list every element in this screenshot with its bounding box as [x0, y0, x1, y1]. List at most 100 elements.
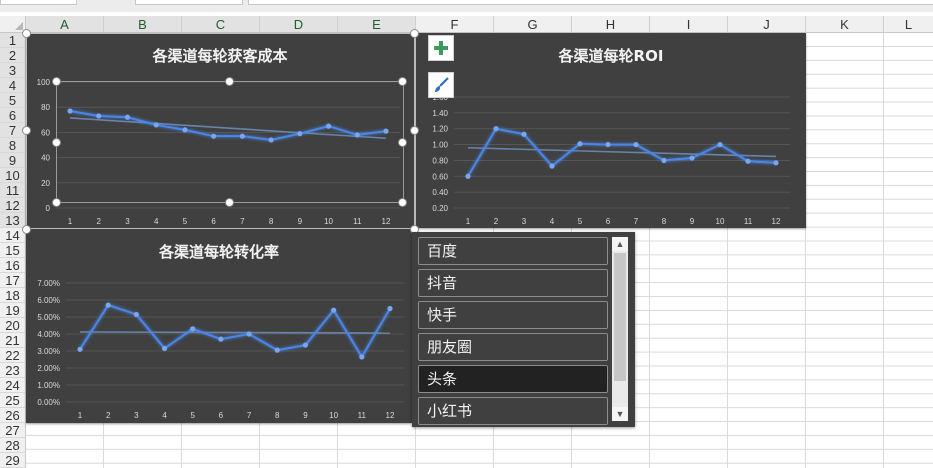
slicer-item[interactable]: 快手: [418, 301, 608, 329]
data-point[interactable]: [133, 311, 139, 318]
column-header[interactable]: J: [728, 16, 806, 33]
name-box[interactable]: [0, 0, 77, 5]
scroll-thumb[interactable]: [614, 253, 626, 381]
data-point[interactable]: [96, 113, 102, 119]
channel-slicer[interactable]: 百度抖音快手朋友圈头条小红书 ▲ ▼: [412, 232, 635, 427]
data-point[interactable]: [717, 141, 723, 148]
function-buttons[interactable]: [135, 0, 243, 5]
data-point[interactable]: [465, 173, 471, 179]
data-point[interactable]: [67, 108, 73, 114]
data-point[interactable]: [549, 163, 555, 169]
data-point[interactable]: [274, 347, 280, 353]
chart-elements-button[interactable]: [428, 35, 454, 61]
data-point[interactable]: [577, 141, 583, 147]
row-header[interactable]: 19: [0, 303, 26, 318]
data-point[interactable]: [605, 141, 611, 148]
slicer-item[interactable]: 头条: [418, 365, 608, 393]
data-point[interactable]: [105, 302, 111, 308]
slicer-item[interactable]: 抖音: [418, 269, 608, 297]
column-header[interactable]: B: [104, 16, 182, 33]
resize-handle[interactable]: [225, 77, 234, 86]
resize-handle[interactable]: [52, 138, 61, 147]
data-point[interactable]: [387, 305, 393, 312]
data-point[interactable]: [239, 133, 245, 139]
row-header[interactable]: 20: [0, 318, 26, 333]
column-header[interactable]: H: [572, 16, 650, 33]
chart-conversion-per-round[interactable]: 各渠道每轮转化率 0.00% 1.00% 2.00% 3.00% 4.00% 5.00% 6…: [26, 229, 412, 423]
column-header[interactable]: C: [182, 16, 260, 33]
data-point[interactable]: [246, 331, 252, 337]
row-header[interactable]: 25: [0, 393, 26, 408]
data-point[interactable]: [268, 137, 274, 143]
data-point[interactable]: [153, 122, 159, 128]
row-header[interactable]: 16: [0, 258, 26, 273]
data-point[interactable]: [493, 126, 499, 132]
resize-handle[interactable]: [22, 225, 31, 234]
scroll-up-icon[interactable]: ▲: [612, 237, 628, 251]
column-header[interactable]: A: [26, 16, 104, 33]
resize-handle[interactable]: [398, 138, 407, 147]
chart-roi-per-round[interactable]: 各渠道每轮ROI 0.200.400.600.801.001.201.401.6…: [416, 33, 806, 228]
row-header[interactable]: 24: [0, 378, 26, 393]
data-point[interactable]: [325, 123, 332, 129]
row-header[interactable]: 27: [0, 423, 26, 438]
column-header[interactable]: L: [884, 16, 933, 33]
data-point[interactable]: [211, 133, 217, 139]
data-point[interactable]: [331, 307, 337, 313]
data-point[interactable]: [190, 326, 196, 332]
series-line[interactable]: [79, 303, 391, 359]
row-header[interactable]: 22: [0, 348, 26, 363]
data-point[interactable]: [354, 132, 360, 138]
resize-handle[interactable]: [398, 198, 407, 207]
slicer-item[interactable]: 百度: [418, 237, 608, 265]
scroll-down-icon[interactable]: ▼: [612, 407, 628, 421]
row-header[interactable]: 9: [0, 153, 26, 168]
row-header[interactable]: 8: [0, 138, 26, 153]
column-header[interactable]: G: [494, 16, 572, 33]
data-point[interactable]: [182, 127, 188, 133]
data-point[interactable]: [633, 141, 639, 148]
data-point[interactable]: [297, 131, 303, 137]
resize-handle[interactable]: [52, 77, 61, 86]
row-header[interactable]: 21: [0, 333, 26, 348]
row-header[interactable]: 10: [0, 168, 26, 183]
data-point[interactable]: [359, 354, 365, 360]
row-header[interactable]: 2: [0, 48, 26, 63]
row-header[interactable]: 11: [0, 183, 26, 198]
data-point[interactable]: [218, 336, 224, 342]
data-point[interactable]: [161, 345, 168, 352]
column-header[interactable]: K: [806, 16, 884, 33]
data-point[interactable]: [689, 155, 695, 161]
data-point[interactable]: [302, 342, 309, 348]
slicer-scrollbar[interactable]: ▲ ▼: [612, 237, 628, 421]
resize-handle[interactable]: [22, 29, 31, 38]
row-header[interactable]: 5: [0, 93, 26, 108]
row-header[interactable]: 3: [0, 63, 26, 78]
row-header[interactable]: 26: [0, 408, 26, 423]
slicer-item[interactable]: 朋友圈: [418, 333, 608, 361]
resize-handle[interactable]: [410, 29, 419, 38]
data-point[interactable]: [521, 131, 527, 137]
row-header[interactable]: 12: [0, 198, 26, 213]
column-header[interactable]: E: [338, 16, 416, 33]
row-header[interactable]: 23: [0, 363, 26, 378]
data-point[interactable]: [124, 114, 131, 120]
resize-handle[interactable]: [410, 126, 419, 135]
row-header[interactable]: 18: [0, 288, 26, 303]
column-header[interactable]: F: [416, 16, 494, 33]
resize-handle[interactable]: [225, 198, 234, 207]
slicer-item[interactable]: 小红书: [418, 397, 608, 425]
row-header[interactable]: 17: [0, 273, 26, 288]
data-point[interactable]: [77, 346, 83, 352]
data-point[interactable]: [773, 160, 779, 166]
data-point[interactable]: [383, 128, 389, 134]
resize-handle[interactable]: [22, 126, 31, 135]
row-header[interactable]: 15: [0, 243, 26, 258]
chart-styles-button[interactable]: [428, 72, 454, 98]
column-header[interactable]: D: [260, 16, 338, 33]
column-header[interactable]: I: [650, 16, 728, 33]
row-header[interactable]: 29: [0, 453, 26, 468]
row-header[interactable]: 6: [0, 108, 26, 123]
formula-input[interactable]: [248, 0, 933, 5]
row-header[interactable]: 28: [0, 438, 26, 453]
